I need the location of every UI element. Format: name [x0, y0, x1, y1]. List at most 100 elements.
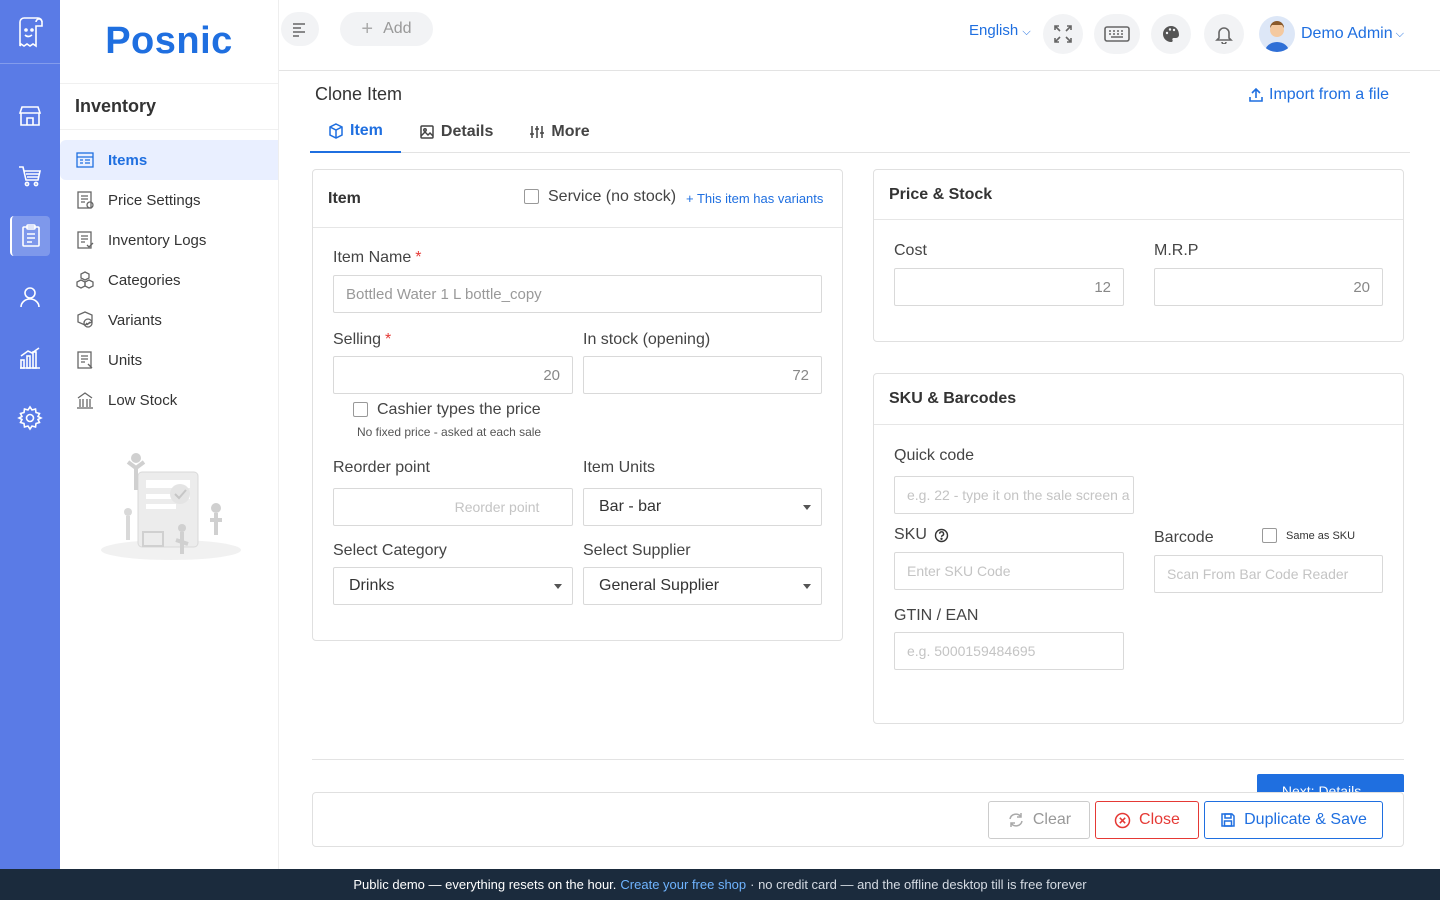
clear-label: Clear — [1032, 811, 1072, 828]
cashier-price-checkbox[interactable] — [353, 402, 368, 417]
variants-icon — [75, 310, 95, 330]
item-name-label: Item Name * — [333, 249, 422, 266]
quick-code-input[interactable]: e.g. 22 - type it on the sale screen a — [894, 476, 1134, 514]
keyboard-icon — [1104, 26, 1130, 42]
sidebar-item-inventory-logs[interactable]: Inventory Logs — [60, 220, 278, 260]
sidebar-item-categories[interactable]: Categories — [60, 260, 278, 300]
rail-settings[interactable] — [10, 398, 50, 438]
low-stock-icon — [75, 390, 95, 410]
sidebar-item-units[interactable]: Units — [60, 340, 278, 380]
sku-barcodes-card: SKU & Barcodes — [873, 373, 1404, 724]
sku-input[interactable]: Enter SKU Code — [894, 552, 1124, 590]
sidebar-item-label: Low Stock — [108, 391, 178, 409]
palette-icon — [1163, 26, 1179, 42]
demo-text-secondary: · no credit card — and the offline deskt… — [750, 877, 1087, 892]
price-card-header: Price & Stock — [874, 170, 1403, 220]
add-button[interactable]: + Add — [340, 12, 433, 46]
supplier-select[interactable]: General Supplier — [583, 567, 822, 605]
category-value: Drinks — [349, 577, 395, 594]
demo-text: Public demo — everything resets on the h… — [353, 877, 617, 892]
save-label: Duplicate & Save — [1244, 811, 1367, 828]
same-as-sku-checkbox[interactable] — [1262, 528, 1277, 543]
category-select[interactable]: Drinks — [333, 567, 573, 605]
tab-label: Item — [350, 121, 383, 139]
sidebar-menu: Items Price Settings Inventory Logs Cate… — [60, 140, 278, 420]
gtin-input[interactable]: e.g. 5000159484695 — [894, 632, 1124, 670]
fullscreen-button[interactable] — [1043, 14, 1083, 54]
stock-label: In stock (opening) — [583, 331, 711, 348]
category-label: Select Category — [333, 542, 447, 559]
tab-label: More — [551, 122, 590, 140]
user-menu[interactable]: Demo Admin ⌵ — [1259, 16, 1404, 52]
rail-users[interactable] — [10, 277, 50, 317]
barcode-input[interactable]: Scan From Bar Code Reader — [1154, 555, 1383, 593]
service-checkbox[interactable] — [524, 189, 539, 204]
tab-item[interactable]: Item — [310, 110, 401, 153]
brand-logo[interactable]: Posnic — [60, 0, 278, 84]
mrp-input[interactable]: 20 — [1154, 268, 1383, 306]
inventory-illustration — [101, 453, 241, 560]
selling-input[interactable]: 20 — [333, 356, 573, 394]
same-as-sku-label: Same as SKU — [1286, 530, 1356, 542]
sidebar-item-label: Units — [108, 351, 143, 369]
image-icon — [420, 124, 434, 139]
rail-cart[interactable] — [10, 156, 50, 196]
rail-inventory[interactable] — [10, 216, 50, 256]
add-label: Add — [383, 20, 412, 37]
sidebar-item-label: Categories — [108, 271, 181, 289]
cart-icon — [19, 166, 41, 187]
icon-rail — [0, 0, 60, 869]
tab-details[interactable]: Details — [401, 110, 511, 153]
selling-label: Selling * — [333, 331, 392, 348]
sidebar-item-low-stock[interactable]: Low Stock — [60, 380, 278, 420]
rail-store[interactable] — [10, 96, 50, 136]
sku-label: SKU — [894, 526, 927, 543]
sidebar-item-items[interactable]: Items — [60, 140, 278, 180]
upload-icon — [1249, 87, 1263, 102]
reorder-input[interactable]: Reorder point — [333, 488, 573, 526]
variants-link[interactable]: + This item has variants — [686, 191, 823, 206]
import-link[interactable]: Import from a file — [1248, 86, 1389, 104]
units-select[interactable]: Bar - bar — [583, 488, 822, 526]
cashier-price-hint: No fixed price - asked at each sale — [357, 425, 542, 439]
duplicate-save-button[interactable]: Duplicate & Save — [1204, 801, 1383, 839]
close-button[interactable]: Close — [1095, 801, 1199, 839]
keyboard-button[interactable] — [1094, 14, 1140, 54]
rail-reports[interactable] — [10, 338, 50, 378]
close-circle-icon — [1114, 812, 1131, 828]
stock-input[interactable]: 72 — [583, 356, 822, 394]
cube-icon — [329, 122, 343, 139]
sidebar-item-price-settings[interactable]: Price Settings — [60, 180, 278, 220]
avatar — [1259, 16, 1295, 52]
next-details-button[interactable]: Next: Details → — [1257, 774, 1404, 792]
units-icon — [75, 350, 95, 370]
menu-toggle-button[interactable] — [281, 12, 319, 46]
plus-icon: + — [361, 17, 374, 40]
sidebar-item-label: Items — [108, 151, 148, 169]
demo-banner: Public demo — everything resets on the h… — [0, 869, 1440, 900]
tab-more[interactable]: More — [511, 110, 607, 153]
close-label: Close — [1139, 811, 1180, 828]
barcode-label: Barcode — [1154, 529, 1214, 546]
item-name-input[interactable]: Bottled Water 1 L bottle_copy — [333, 275, 822, 313]
theme-button[interactable] — [1151, 14, 1191, 54]
cost-input[interactable]: 12 — [894, 268, 1124, 306]
sidebar-item-label: Inventory Logs — [108, 231, 207, 249]
create-shop-link[interactable]: Create your free shop — [620, 877, 746, 892]
cubes-icon — [75, 270, 95, 290]
help-circle-icon[interactable] — [934, 528, 949, 543]
language-select[interactable]: English ⌵ — [969, 22, 1031, 39]
sidebar-item-label: Price Settings — [108, 191, 201, 209]
sidebar: Posnic Inventory Items Price Settings In… — [60, 0, 279, 869]
caret-down-icon — [554, 583, 562, 589]
card-title: SKU & Barcodes — [889, 390, 1017, 407]
language-label: English — [969, 22, 1019, 39]
notifications-button[interactable] — [1204, 14, 1244, 54]
gtin-label: GTIN / EAN — [894, 607, 979, 624]
refresh-icon — [1009, 813, 1023, 827]
clear-button[interactable]: Clear — [988, 801, 1090, 839]
app-logo[interactable] — [0, 0, 60, 64]
sliders-icon — [530, 125, 545, 138]
bell-icon — [1215, 27, 1233, 44]
sidebar-item-variants[interactable]: Variants — [60, 300, 278, 340]
